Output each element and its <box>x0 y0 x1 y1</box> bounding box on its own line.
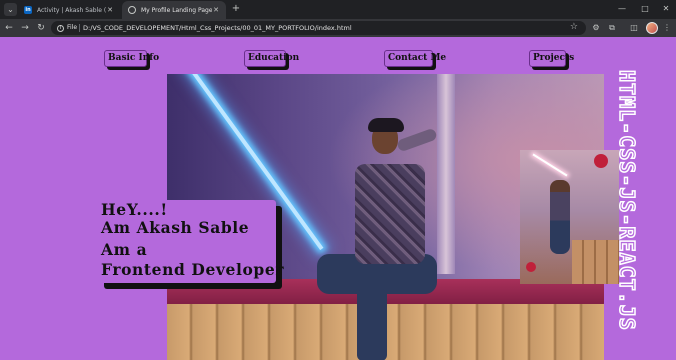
person-figure <box>550 180 570 254</box>
nav-education[interactable]: Education <box>244 50 299 67</box>
maximize-icon[interactable]: □ <box>635 2 655 16</box>
portfolio-page: Basic Info Education Contact Me Projects… <box>0 37 676 360</box>
person-arm <box>396 127 438 153</box>
close-tab-icon[interactable]: ✕ <box>106 6 114 14</box>
tab-title: My Profile Landing Page <box>141 6 212 14</box>
person-shirt <box>355 164 425 264</box>
side-panel-icon[interactable]: ◫ <box>628 22 640 34</box>
nav-projects[interactable]: Projects <box>529 50 574 67</box>
tab-title: Activity | Akash Sable ( Front-en <box>37 6 106 14</box>
scheme-label: File <box>67 24 78 31</box>
intro-card: HeY....! Am Akash Sable Am a Frontend De… <box>98 200 283 283</box>
nav-contact-me[interactable]: Contact Me <box>384 50 446 67</box>
intro-am-a: Am a <box>101 240 148 259</box>
close-tab-icon[interactable]: ✕ <box>212 6 220 14</box>
background-pillar <box>437 74 455 274</box>
extension-gear-icon[interactable]: ⚙ <box>590 22 602 34</box>
intro-greeting: HeY....! <box>101 200 168 219</box>
tab-strip: ⌄ in Activity | Akash Sable ( Front-en ✕… <box>0 0 676 19</box>
more-menu-icon[interactable]: ⋮ <box>661 22 673 34</box>
forward-arrow-icon[interactable]: → <box>19 22 31 34</box>
browser-toolbar: ← → ↻ i File D:/VS_CODE_DEVELOPEMENT/Htm… <box>0 19 676 37</box>
balloon <box>526 262 536 272</box>
bookmark-star-icon[interactable]: ☆ <box>570 22 578 32</box>
site-info-chip[interactable]: i File <box>57 23 77 33</box>
person-shin <box>357 289 387 360</box>
intro-role: Frontend Developer <box>101 260 285 279</box>
nav-basic-info[interactable]: Basic Info <box>104 50 159 67</box>
url-text[interactable]: D:/VS_CODE_DEVELOPEMENT/Html_Css_Project… <box>83 21 352 35</box>
globe-icon <box>128 6 136 14</box>
divider <box>79 24 80 32</box>
new-tab-icon[interactable]: + <box>230 3 242 15</box>
person-cap <box>368 118 404 132</box>
back-arrow-icon[interactable]: ← <box>3 22 15 34</box>
minimize-icon[interactable]: — <box>612 2 632 16</box>
tab-my-profile[interactable]: My Profile Landing Page ✕ <box>122 1 226 19</box>
linkedin-icon: in <box>24 6 32 14</box>
info-icon: i <box>57 24 64 32</box>
address-bar[interactable]: i File D:/VS_CODE_DEVELOPEMENT/Html_Css_… <box>51 21 586 35</box>
reload-icon[interactable]: ↻ <box>35 22 47 34</box>
close-window-icon[interactable]: ✕ <box>656 2 676 16</box>
profile-avatar[interactable] <box>646 22 658 34</box>
extensions-puzzle-icon[interactable]: ⧉ <box>606 22 618 34</box>
skills-vertical-text: HTML-CSS-JS-REACT.JS <box>614 69 640 331</box>
skills-vertical-banner: HTML-CSS-JS-REACT.JS <box>597 69 657 350</box>
tab-linkedin-activity[interactable]: in Activity | Akash Sable ( Front-en ✕ <box>18 1 120 19</box>
intro-name: Am Akash Sable <box>101 218 250 237</box>
tab-search-chevron-icon[interactable]: ⌄ <box>4 3 17 16</box>
neon-light <box>532 153 568 177</box>
